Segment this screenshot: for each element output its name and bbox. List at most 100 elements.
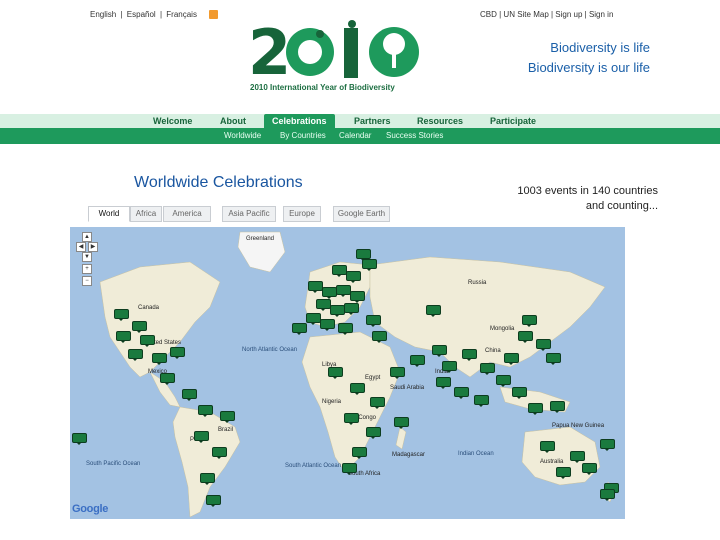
subnav-success-stories[interactable]: Success Stories: [386, 128, 443, 144]
event-marker[interactable]: [512, 387, 527, 399]
event-marker[interactable]: [292, 323, 307, 335]
event-marker[interactable]: [366, 427, 381, 439]
top-links[interactable]: CBD | UN Site Map | Sign up | Sign in: [480, 10, 613, 19]
event-marker[interactable]: [342, 463, 357, 475]
event-marker[interactable]: [322, 287, 337, 299]
event-marker[interactable]: [308, 281, 323, 293]
event-marker[interactable]: [528, 403, 543, 415]
event-marker[interactable]: [336, 285, 351, 297]
event-marker[interactable]: [328, 367, 343, 379]
event-marker[interactable]: [432, 345, 447, 357]
event-marker[interactable]: [198, 405, 213, 417]
map-tab-asia-pacific[interactable]: Asia Pacific: [222, 206, 276, 222]
event-marker[interactable]: [536, 339, 551, 351]
event-marker[interactable]: [442, 361, 457, 373]
event-marker[interactable]: [352, 447, 367, 459]
zoom-in-icon[interactable]: +: [82, 264, 92, 274]
nav-resources[interactable]: Resources: [417, 114, 463, 128]
event-marker[interactable]: [426, 305, 441, 317]
label-mongolia: Mongolia: [490, 326, 515, 332]
event-marker[interactable]: [220, 411, 235, 423]
event-marker[interactable]: [496, 375, 511, 387]
map-tab-america[interactable]: America: [163, 206, 211, 222]
map-tab-world[interactable]: World: [88, 206, 130, 222]
event-marker[interactable]: [372, 331, 387, 343]
event-marker[interactable]: [356, 249, 371, 261]
pan-up-icon[interactable]: ▲: [82, 232, 92, 242]
event-marker[interactable]: [152, 353, 167, 365]
event-marker[interactable]: [556, 467, 571, 479]
main-nav: Welcome About Celebrations Partners Reso…: [0, 114, 720, 128]
event-marker[interactable]: [182, 389, 197, 401]
zoom-out-icon[interactable]: −: [82, 276, 92, 286]
pan-right-icon[interactable]: ▶: [88, 242, 98, 252]
event-marker[interactable]: [600, 439, 615, 451]
map-tab-europe[interactable]: Europe: [283, 206, 321, 222]
event-marker[interactable]: [206, 495, 221, 507]
event-marker[interactable]: [330, 305, 345, 317]
event-marker[interactable]: [394, 417, 409, 429]
event-marker[interactable]: [582, 463, 597, 475]
event-marker[interactable]: [128, 349, 143, 361]
nav-celebrations[interactable]: Celebrations: [264, 114, 335, 128]
event-marker[interactable]: [316, 299, 331, 311]
event-marker[interactable]: [132, 321, 147, 333]
event-marker[interactable]: [546, 353, 561, 365]
rss-icon[interactable]: [209, 10, 219, 20]
event-marker[interactable]: [212, 447, 227, 459]
event-marker[interactable]: [116, 331, 131, 343]
nav-participate[interactable]: Participate: [490, 114, 536, 128]
subnav-worldwide[interactable]: Worldwide: [224, 128, 261, 144]
event-marker[interactable]: [160, 373, 175, 385]
event-marker[interactable]: [362, 259, 377, 271]
event-marker[interactable]: [170, 347, 185, 359]
event-marker[interactable]: [366, 315, 381, 327]
nav-partners[interactable]: Partners: [354, 114, 391, 128]
event-marker[interactable]: [344, 413, 359, 425]
map-tab-africa[interactable]: Africa: [130, 206, 162, 222]
event-marker[interactable]: [194, 431, 209, 443]
event-marker[interactable]: [390, 367, 405, 379]
event-marker[interactable]: [332, 265, 347, 277]
event-marker[interactable]: [436, 377, 451, 389]
event-marker[interactable]: [370, 397, 385, 409]
map-tab-google-earth[interactable]: Google Earth: [333, 206, 390, 222]
event-marker[interactable]: [480, 363, 495, 375]
event-marker[interactable]: [350, 383, 365, 395]
event-marker[interactable]: [600, 489, 615, 501]
pan-down-icon[interactable]: ▼: [82, 252, 92, 262]
event-marker[interactable]: [522, 315, 537, 327]
world-map[interactable]: Greenland Canada United States North Atl…: [70, 227, 625, 519]
event-marker[interactable]: [114, 309, 129, 321]
event-marker[interactable]: [570, 451, 585, 463]
event-marker[interactable]: [518, 331, 533, 343]
lang-english[interactable]: English: [90, 10, 116, 19]
label-south-atlantic: South Atlantic Ocean: [285, 463, 342, 469]
event-marker[interactable]: [410, 355, 425, 367]
event-marker[interactable]: [320, 319, 335, 331]
event-marker[interactable]: [454, 387, 469, 399]
event-marker[interactable]: [462, 349, 477, 361]
lang-spanish[interactable]: Español: [127, 10, 156, 19]
pan-left-icon[interactable]: ◀: [76, 242, 86, 252]
label-australia: Australia: [540, 459, 564, 465]
event-marker[interactable]: [338, 323, 353, 335]
event-marker[interactable]: [474, 395, 489, 407]
logo[interactable]: 2: [248, 14, 420, 94]
event-marker[interactable]: [550, 401, 565, 413]
nav-about[interactable]: About: [220, 114, 246, 128]
event-marker[interactable]: [72, 433, 87, 445]
event-marker[interactable]: [350, 291, 365, 303]
subnav-calendar[interactable]: Calendar: [339, 128, 371, 144]
label-papua: Papua New Guinea: [552, 423, 605, 429]
event-marker[interactable]: [344, 303, 359, 315]
event-marker[interactable]: [540, 441, 555, 453]
subnav-by-countries[interactable]: By Countries: [280, 128, 326, 144]
event-marker[interactable]: [306, 313, 321, 325]
nav-welcome[interactable]: Welcome: [153, 114, 192, 128]
event-marker[interactable]: [346, 271, 361, 283]
event-marker[interactable]: [140, 335, 155, 347]
event-marker[interactable]: [504, 353, 519, 365]
event-marker[interactable]: [200, 473, 215, 485]
lang-french[interactable]: Français: [166, 10, 197, 19]
